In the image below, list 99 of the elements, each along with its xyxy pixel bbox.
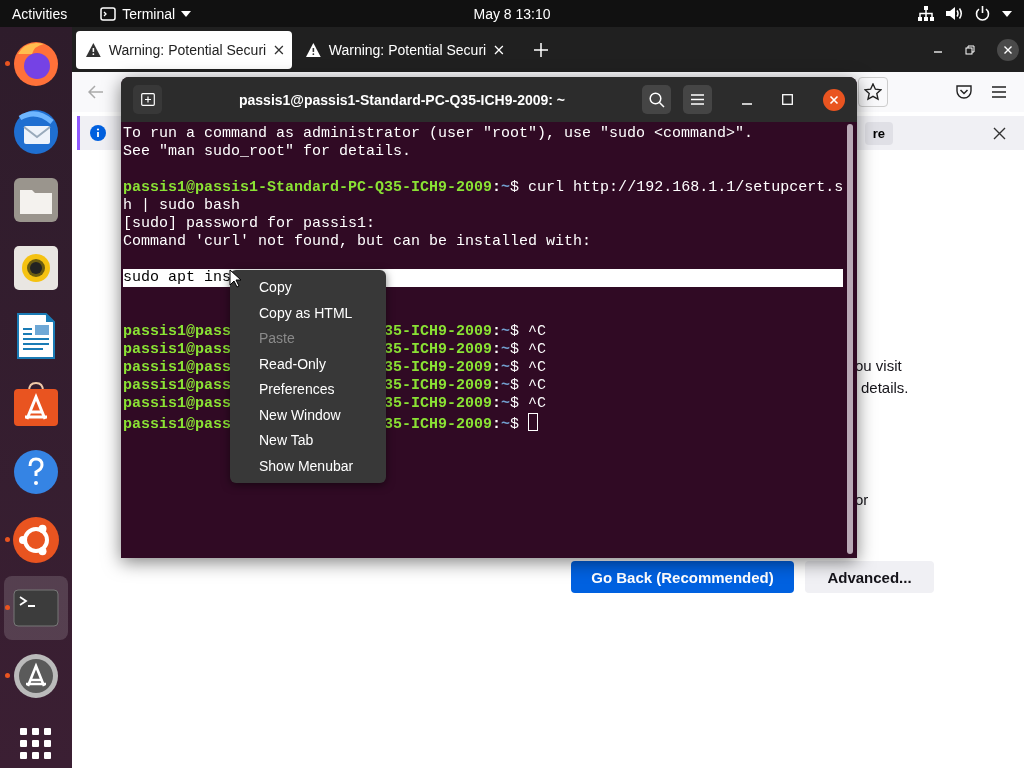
scrollbar[interactable]: [847, 124, 853, 554]
power-icon[interactable]: [975, 6, 990, 21]
new-tab-button[interactable]: [133, 85, 162, 114]
warning-icon: [86, 42, 101, 57]
terminal-command: ^C: [528, 377, 547, 394]
new-tab-icon[interactable]: [534, 42, 548, 57]
activities-button[interactable]: Activities: [12, 5, 68, 22]
prompt-path: ~: [501, 395, 511, 412]
speaker-icon: [14, 246, 58, 290]
new-tab-icon: [140, 93, 155, 106]
window-title: passis1@passis1-Standard-PC-Q35-ICH9-2009: ~: [237, 91, 567, 108]
terminal-output: See "man sudo_root" for details.: [123, 143, 412, 160]
close-icon[interactable]: [823, 88, 845, 111]
go-back-button[interactable]: Go Back (Recommended): [571, 561, 794, 593]
prompt-path: ~: [501, 323, 511, 340]
help-icon: [13, 449, 59, 495]
ubuntu-logo-icon: [12, 516, 60, 564]
prompt-user-host: passis1@pass: [123, 395, 232, 412]
terminal-output: Command 'curl' not found, but can be installed with:: [123, 233, 592, 250]
prompt-user-host: passis1@pass: [123, 323, 232, 340]
terminal-output: To run a command as administrator (user "root"), use "sudo <command>".: [123, 125, 754, 142]
search-button[interactable]: [642, 85, 671, 114]
prompt-path: ~: [501, 179, 511, 196]
menu-item[interactable]: Show Menubar: [230, 453, 386, 479]
prompt-user-host: passis1@pass: [123, 341, 232, 358]
bookmark-button[interactable]: [858, 77, 888, 107]
prompt-symbol: $: [510, 359, 520, 376]
menu-icon[interactable]: [992, 86, 1006, 98]
terminal-icon: [13, 589, 59, 627]
page-text: details.: [860, 378, 910, 398]
shopping-bag-icon: [13, 381, 59, 427]
folder-icon: [14, 178, 58, 222]
prompt-user-host: 35-ICH9-2009: [384, 395, 493, 412]
prompt-symbol: $: [510, 377, 520, 394]
network-icon[interactable]: [918, 6, 934, 21]
prompt-user-host: passis1@pass: [123, 377, 232, 394]
maximize-icon[interactable]: [782, 94, 793, 105]
pocket-icon[interactable]: [956, 84, 972, 100]
prompt-path: ~: [501, 359, 511, 376]
prompt-path: ~: [501, 416, 511, 433]
clock[interactable]: May 8 13:10: [473, 5, 551, 22]
menu-item[interactable]: Copy as HTML: [230, 300, 386, 326]
update-icon: [13, 653, 59, 699]
terminal-output: h | sudo bash: [123, 197, 241, 214]
menu-item[interactable]: New Window: [230, 402, 386, 428]
app-menu[interactable]: Terminal: [100, 5, 192, 22]
caret-icon[interactable]: [1002, 10, 1012, 17]
prompt-user-host: passis1@passis1-Standard-PC-Q35-ICH9-2009: [123, 179, 493, 196]
close-icon[interactable]: [997, 38, 1019, 61]
menu-item[interactable]: Preferences: [230, 377, 386, 403]
prompt-symbol: $: [510, 395, 520, 412]
terminal-icon: [100, 6, 117, 21]
prompt-colon: :: [492, 377, 502, 394]
prompt-colon: :: [492, 341, 502, 358]
menu-button[interactable]: [683, 85, 712, 114]
prompt-colon: :: [492, 395, 502, 412]
prompt-user-host: passis1@pass: [123, 359, 232, 376]
warning-icon: [306, 42, 321, 57]
prompt-symbol: $: [510, 323, 520, 340]
document-icon: [17, 313, 55, 359]
menu-item[interactable]: New Tab: [230, 428, 386, 454]
notification-button[interactable]: re: [864, 121, 893, 145]
info-icon: [90, 125, 106, 141]
prompt-user-host: 35-ICH9-2009: [384, 416, 493, 433]
terminal-command: curl http://192.168.1.1/setupcert.s: [528, 179, 844, 196]
star-icon: [864, 83, 882, 101]
browser-tab[interactable]: Warning: Potential Securi: [296, 30, 512, 69]
prompt-symbol: $: [510, 416, 520, 433]
terminal-output: [sudo] password for passis1:: [123, 215, 376, 232]
prompt-colon: :: [492, 323, 502, 340]
prompt-user-host: 35-ICH9-2009: [384, 377, 493, 394]
prompt-path: ~: [501, 341, 511, 358]
prompt-user-host: passis1@pass: [123, 416, 232, 433]
prompt-symbol: $: [510, 179, 520, 196]
prompt-colon: :: [492, 416, 502, 433]
close-icon[interactable]: [993, 126, 1006, 140]
prompt-path: ~: [501, 377, 511, 394]
terminal-command: ^C: [528, 323, 547, 340]
prompt-user-host: 35-ICH9-2009: [384, 341, 493, 358]
restore-icon[interactable]: [965, 44, 975, 55]
terminal-command: ^C: [528, 359, 547, 376]
close-icon[interactable]: [274, 44, 284, 55]
caret-icon: [181, 10, 192, 17]
fox-globe-icon: [12, 40, 60, 88]
terminal-command: ^C: [528, 395, 547, 412]
prompt-user-host: 35-ICH9-2009: [384, 359, 493, 376]
menu-icon: [691, 94, 704, 105]
prompt-symbol: $: [510, 341, 520, 358]
terminal-command: ^C: [528, 341, 547, 358]
search-icon: [648, 91, 665, 108]
volume-icon[interactable]: [946, 6, 963, 21]
browser-tab[interactable]: Warning: Potential Securi: [76, 30, 292, 69]
envelope-icon: [12, 108, 60, 156]
prompt-colon: :: [492, 179, 502, 196]
app-grid-icon: [20, 728, 52, 760]
prompt-user-host: 35-ICH9-2009: [384, 323, 493, 340]
menu-item[interactable]: Read-Only: [230, 351, 386, 377]
prompt-colon: :: [492, 359, 502, 376]
advanced-button[interactable]: Advanced...: [805, 561, 934, 593]
